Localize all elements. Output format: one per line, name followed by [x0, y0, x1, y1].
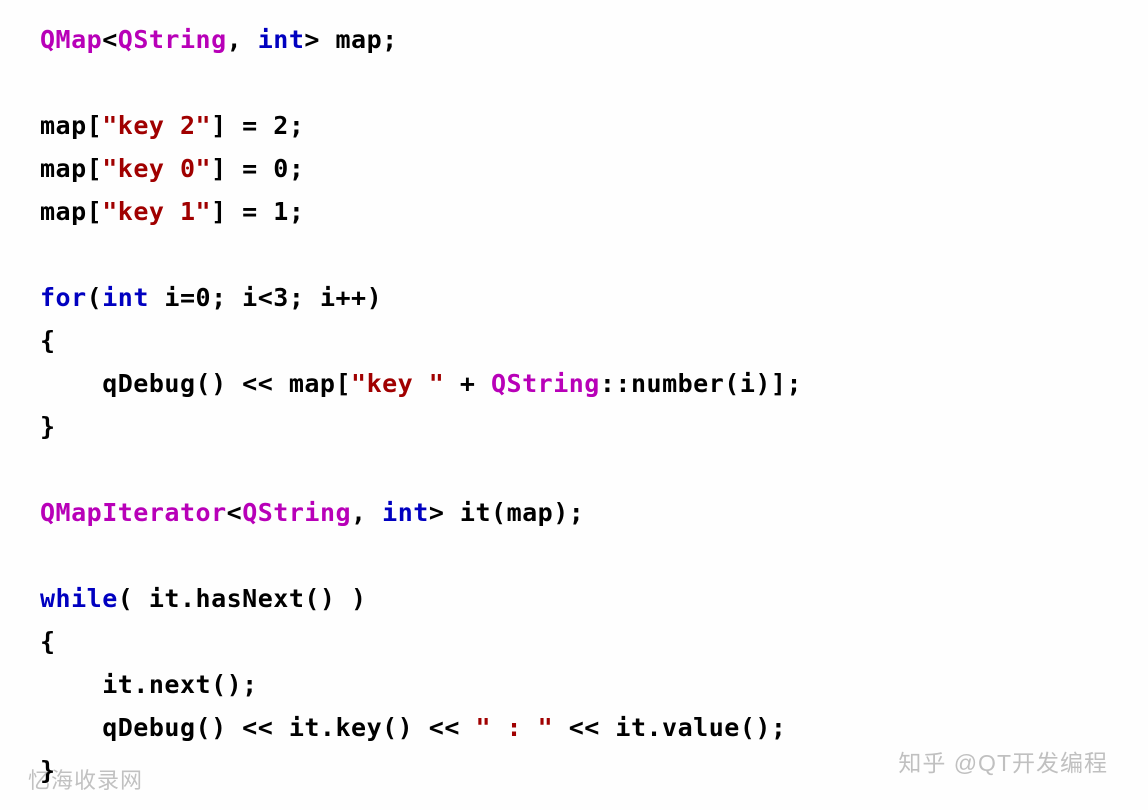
code-line: QMapIterator<QString, int> it(map); [40, 498, 584, 527]
punct: < [227, 498, 243, 527]
keyword-token: int [382, 498, 429, 527]
type-token: QString [491, 369, 600, 398]
code-line: map["key 0"] = 0; [40, 154, 304, 183]
string-token: " : " [475, 713, 553, 742]
code-line: } [40, 412, 56, 441]
code-text: ] = 2; [211, 111, 304, 140]
type-token: QString [118, 25, 227, 54]
keyword-token: int [102, 283, 149, 312]
code-text: { [40, 326, 56, 355]
code-text: } [40, 412, 56, 441]
code-text: map[ [40, 197, 102, 226]
blank-line [40, 455, 56, 484]
watermark-right: 知乎 @QT开发编程 [898, 744, 1108, 784]
code-text: i=0; i<3; i++) [149, 283, 382, 312]
code-line: map["key 2"] = 2; [40, 111, 304, 140]
string-token: "key 1" [102, 197, 211, 226]
code-text: ::number(i)]; [600, 369, 802, 398]
code-line: for(int i=0; i<3; i++) [40, 283, 382, 312]
code-text: map[ [40, 154, 102, 183]
blank-line [40, 541, 56, 570]
string-token: "key 2" [102, 111, 211, 140]
type-token: QMap [40, 25, 102, 54]
code-line: { [40, 627, 56, 656]
code-text: ] = 1; [211, 197, 304, 226]
keyword-token: for [40, 283, 87, 312]
code-text: qDebug() << map[ [40, 369, 351, 398]
blank-line [40, 68, 56, 97]
code-text: + [444, 369, 491, 398]
punct: < [102, 25, 118, 54]
code-text: > map; [304, 25, 397, 54]
code-line: { [40, 326, 56, 355]
code-text: << it.value(); [553, 713, 786, 742]
code-text: > it(map); [429, 498, 585, 527]
keyword-token: while [40, 584, 118, 613]
code-line: while( it.hasNext() ) [40, 584, 367, 613]
code-text: map[ [40, 111, 102, 140]
code-text: ( [87, 283, 103, 312]
code-text: ( it.hasNext() ) [118, 584, 367, 613]
watermark-left: 忆海收录网 [28, 762, 143, 800]
code-text: it.next(); [40, 670, 258, 699]
code-line: QMap<QString, int> map; [40, 25, 398, 54]
code-block: QMap<QString, int> map; map["key 2"] = 2… [40, 18, 1124, 792]
code-line: it.next(); [40, 670, 258, 699]
string-token: "key 0" [102, 154, 211, 183]
type-token: QString [242, 498, 351, 527]
code-text: , [227, 25, 258, 54]
code-text: qDebug() << it.key() << [40, 713, 475, 742]
type-token: QMapIterator [40, 498, 227, 527]
code-text: ] = 0; [211, 154, 304, 183]
code-text: , [351, 498, 382, 527]
code-text: { [40, 627, 56, 656]
code-line: qDebug() << map["key " + QString::number… [40, 369, 802, 398]
blank-line [40, 240, 56, 269]
keyword-token: int [258, 25, 305, 54]
code-line: qDebug() << it.key() << " : " << it.valu… [40, 713, 786, 742]
code-line: map["key 1"] = 1; [40, 197, 304, 226]
string-token: "key " [351, 369, 444, 398]
